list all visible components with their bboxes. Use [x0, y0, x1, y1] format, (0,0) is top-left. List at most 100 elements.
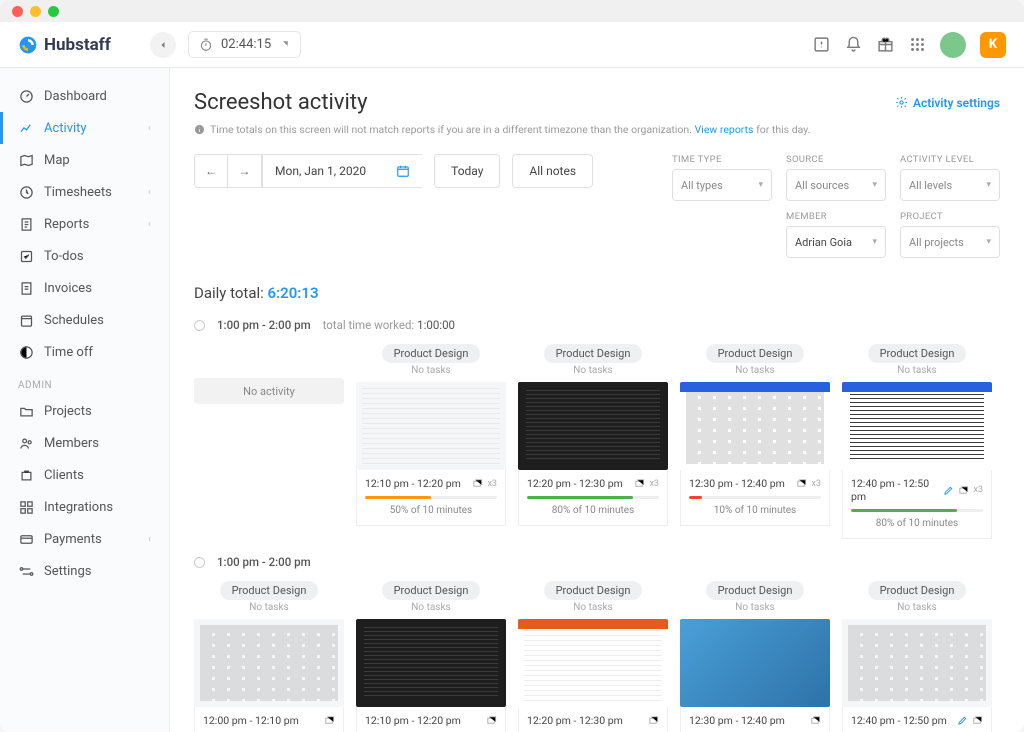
sidebar-item-integrations[interactable]: Integrations — [0, 491, 169, 523]
filter-label: SOURCE — [786, 154, 886, 165]
screenshot-card[interactable]: Product Design No tasks 12:00 pm - 12:10… — [194, 579, 344, 732]
prev-day-button[interactable]: ← — [194, 154, 228, 188]
card-project-tag: Product Design — [544, 344, 643, 363]
apps-grid-icon[interactable] — [908, 36, 926, 54]
timezone-note: Time totals on this screen will not matc… — [194, 123, 1000, 136]
timer-widget[interactable]: 02:44:15 — [188, 31, 301, 58]
screenshot-thumbnail[interactable] — [842, 619, 992, 707]
sidebar-item-schedules[interactable]: Schedules — [0, 304, 169, 336]
sidebar-admin-heading: ADMIN — [0, 368, 169, 395]
sidebar-item-map[interactable]: Map — [0, 144, 169, 176]
activity-bar — [527, 496, 659, 499]
screenshot-thumbnail[interactable] — [518, 619, 668, 707]
date-picker[interactable]: Mon, Jan 1, 2020 — [262, 154, 422, 188]
screenshot-thumbnail[interactable] — [356, 619, 506, 707]
filter-label: ACTIVITY LEVEL — [900, 154, 1000, 165]
screenshot-card[interactable]: Product Design No tasks 12:40 pm - 12:50… — [842, 579, 992, 732]
timeoff-icon — [18, 344, 34, 360]
sidebar-item-reports[interactable]: Reports ‹ — [0, 208, 169, 240]
sidebar-item-payments[interactable]: Payments ‹ — [0, 523, 169, 555]
stack-icon — [648, 715, 659, 726]
bell-icon[interactable] — [844, 36, 862, 54]
screenshot-card[interactable]: Product Design No tasks 12:40 pm - 12:50… — [842, 342, 992, 539]
brand-name: Hubstaff — [44, 35, 111, 55]
source-select[interactable]: All sources▾ — [786, 169, 886, 201]
chevron-icon: ‹ — [148, 219, 151, 230]
activity-bar — [851, 509, 983, 512]
sidebar-item-invoices[interactable]: Invoices — [0, 272, 169, 304]
top-bar: Hubstaff 02:44:15 K — [0, 22, 1024, 68]
sidebar-item-dashboard[interactable]: Dashboard — [0, 80, 169, 112]
view-reports-link[interactable]: View reports — [695, 123, 754, 136]
close-window-icon[interactable] — [12, 6, 23, 17]
screenshot-thumbnail[interactable] — [518, 382, 668, 470]
org-badge[interactable]: K — [980, 32, 1006, 58]
stopwatch-icon — [199, 38, 213, 52]
sidebar-item-label: Schedules — [44, 313, 104, 328]
activity-settings-link[interactable]: Activity settings — [895, 96, 1000, 110]
next-day-button[interactable]: → — [228, 154, 262, 188]
sidebar-item-to-dos[interactable]: To-dos — [0, 240, 169, 272]
stack-icon — [472, 478, 483, 489]
screenshot-thumbnail[interactable] — [194, 619, 344, 707]
sidebar-item-time-off[interactable]: Time off — [0, 336, 169, 368]
activity-level-select[interactable]: All levels▾ — [900, 169, 1000, 201]
card-project-tag: Product Design — [382, 344, 481, 363]
today-button[interactable]: Today — [434, 154, 500, 188]
gauge-icon — [18, 88, 34, 104]
screenshot-thumbnail[interactable] — [356, 382, 506, 470]
sidebar-item-members[interactable]: Members — [0, 427, 169, 459]
sidebar-item-clients[interactable]: Clients — [0, 459, 169, 491]
project-select[interactable]: All projects▾ — [900, 226, 1000, 258]
screenshot-card[interactable]: Product Design No tasks 12:10 pm - 12:20… — [356, 342, 506, 539]
sidebar-item-timesheets[interactable]: Timesheets ‹ — [0, 176, 169, 208]
thumb-count: x3 — [487, 479, 497, 489]
screenshot-thumbnail[interactable] — [842, 382, 992, 470]
all-notes-button[interactable]: All notes — [512, 154, 593, 188]
user-avatar[interactable] — [940, 32, 966, 58]
card-time-range: 12:40 pm - 12:50 pm x3 — [851, 477, 983, 503]
time-type-select[interactable]: All types▾ — [672, 169, 772, 201]
edit-icon[interactable] — [957, 715, 968, 726]
maximize-window-icon[interactable] — [48, 6, 59, 17]
screenshot-card[interactable]: Product Design No tasks 12:20 pm - 12:30… — [518, 579, 668, 732]
card-task-label: No tasks — [842, 365, 992, 376]
block-radio[interactable] — [194, 320, 205, 331]
sidebar-item-projects[interactable]: Projects — [0, 395, 169, 427]
filter-label: PROJECT — [900, 211, 1000, 222]
card-task-label: No tasks — [194, 602, 344, 613]
activity-percent: 10% of 10 minutes — [689, 505, 821, 516]
screenshot-card[interactable]: Product Design No tasks 12:20 pm - 12:30… — [518, 342, 668, 539]
member-select[interactable]: Adrian Goia▾ — [786, 226, 886, 258]
screenshot-thumbnail[interactable] — [680, 619, 830, 707]
sidebar-item-label: Timesheets — [44, 185, 112, 200]
gift-icon[interactable] — [876, 36, 894, 54]
card-project-tag: Product Design — [868, 344, 967, 363]
block-range: 1:00 pm - 2:00 pm — [217, 318, 311, 332]
edit-icon[interactable] — [943, 485, 954, 496]
gear-icon — [895, 96, 908, 109]
sidebar: Dashboard Activity ‹ Map Timesheets ‹ Re… — [0, 68, 170, 732]
block-radio[interactable] — [194, 557, 205, 568]
folder-icon — [18, 403, 34, 419]
daily-total: Daily total: 6:20:13 — [194, 284, 1000, 302]
calendar-icon — [396, 164, 410, 178]
integrations-icon — [18, 499, 34, 515]
chevron-icon: ‹ — [148, 187, 151, 198]
date-value: Mon, Jan 1, 2020 — [275, 164, 366, 178]
screenshot-card[interactable]: Product Design No tasks 12:30 pm - 12:40… — [680, 342, 830, 539]
screenshot-thumbnail[interactable] — [680, 382, 830, 470]
sidebar-item-label: Clients — [44, 468, 84, 483]
screenshot-card[interactable]: Product Design No tasks 12:10 pm - 12:20… — [356, 579, 506, 732]
back-button[interactable] — [150, 32, 176, 58]
sidebar-item-label: Dashboard — [44, 89, 107, 104]
sidebar-item-activity[interactable]: Activity ‹ — [0, 112, 169, 144]
stack-icon — [634, 478, 645, 489]
help-icon[interactable] — [812, 36, 830, 54]
activity-percent: 80% of 10 minutes — [527, 505, 659, 516]
minimize-window-icon[interactable] — [30, 6, 41, 17]
sidebar-item-settings[interactable]: Settings — [0, 555, 169, 587]
screenshot-card[interactable]: Product Design No tasks 12:30 pm - 12:40… — [680, 579, 830, 732]
settings-icon — [18, 563, 34, 579]
stack-icon — [324, 715, 335, 726]
